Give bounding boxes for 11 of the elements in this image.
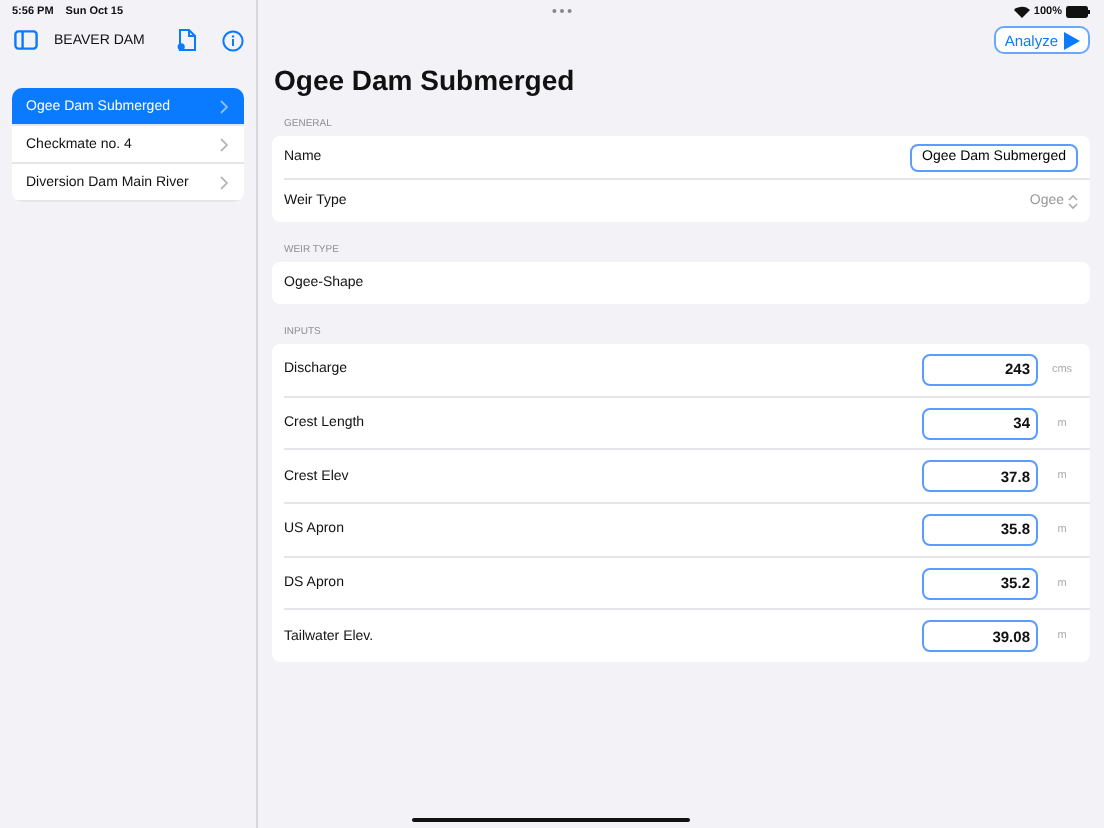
multitasking-dots-icon [552,8,572,14]
battery-icon [1066,5,1090,17]
up-down-chevron-icon [1068,193,1078,209]
chevron-icon [220,137,228,151]
info-icon[interactable] [222,29,244,51]
chevron-icon [220,175,228,189]
sidebar-toggle-icon[interactable] [14,30,38,50]
page-title: Ogee Dam Submerged [274,64,577,96]
chevron-icon [220,99,228,113]
play-icon [1064,31,1080,49]
wifi-icon [1013,5,1030,17]
